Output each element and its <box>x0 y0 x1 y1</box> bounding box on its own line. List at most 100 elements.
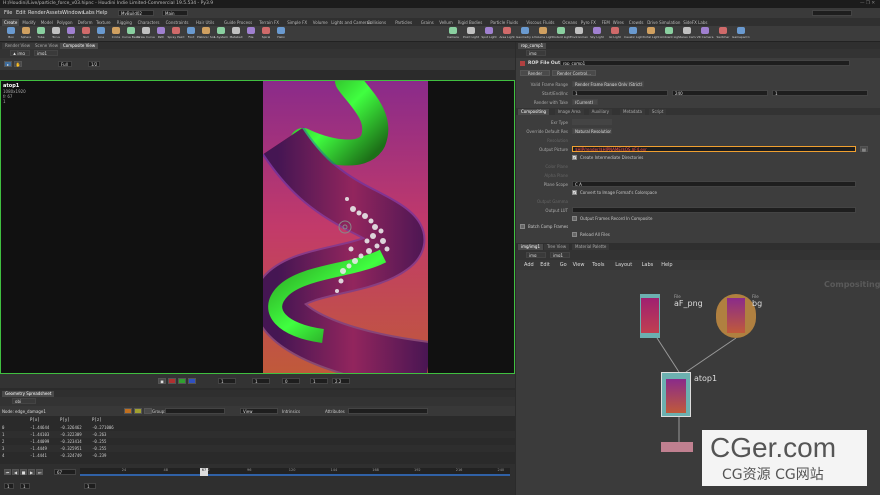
tool-circle[interactable]: Circle <box>109 27 123 41</box>
shelf-tab-texture[interactable]: Texture <box>94 19 113 26</box>
param-path[interactable]: img <box>526 50 546 56</box>
param-tab-metadata[interactable]: Metadata <box>620 109 645 115</box>
tool-geometry-light[interactable]: Geometry Light <box>516 27 534 41</box>
display-options-icon[interactable]: ◼ <box>158 378 166 384</box>
tool-ambient-light[interactable]: Ambient Light <box>660 27 678 41</box>
shelf-tab-grains[interactable]: Grains <box>419 19 436 26</box>
shelf-tab-rigging[interactable]: Rigging <box>115 19 134 26</box>
shelf-tab-drive-simulation[interactable]: Drive Simulation <box>645 19 682 26</box>
primitives-mode-icon[interactable] <box>144 408 152 414</box>
tool-sphere[interactable]: Sphere <box>19 27 33 41</box>
shelf-tab-particle-fluids[interactable]: Particle Fluids <box>488 19 520 26</box>
tool-metaball[interactable]: Metaball <box>229 27 243 41</box>
desktop-select[interactable] <box>812 10 852 16</box>
tool-portal-light[interactable]: Portal Light <box>642 27 660 41</box>
tool-l-system[interactable]: L-System <box>214 27 228 41</box>
tool-caustic-light[interactable]: Caustic Light <box>624 27 642 41</box>
path-node[interactable]: img1 <box>34 50 58 56</box>
tool-point-light[interactable]: Point Light <box>463 27 479 41</box>
play-start-icon[interactable]: ⏮ <box>4 469 11 475</box>
network-menu-go[interactable]: Go <box>560 262 567 268</box>
plane-scope-field[interactable]: C A <box>572 181 856 187</box>
build-select[interactable]: MyBuild02 <box>118 10 154 16</box>
tool-null[interactable]: Null <box>79 27 93 41</box>
tool-spiral[interactable]: Spiral <box>259 27 273 41</box>
param-tab-image-area[interactable]: Image Area <box>554 109 584 115</box>
network-menu-add[interactable]: Add <box>524 262 534 268</box>
network-menu-edit[interactable]: Edit <box>540 262 550 268</box>
shelf-tab-modify[interactable]: Modify <box>20 19 37 26</box>
table-row[interactable]: 2 -1.44099 -0.323414 -0.255 <box>0 438 515 445</box>
tool-tube[interactable]: Tube <box>34 27 48 41</box>
path-context[interactable]: ▲ img <box>10 50 30 56</box>
shelf-tab-hair-utils[interactable]: Hair Utils <box>194 19 216 26</box>
shelf-tab-pyro-fx[interactable]: Pyro FX <box>579 19 598 26</box>
points-mode-icon[interactable] <box>124 408 132 414</box>
tool-gamepad-camera[interactable]: Gamepad Camera <box>732 27 750 41</box>
convert-colorspace-checkbox[interactable]: ✓ <box>572 190 577 195</box>
vertices-mode-icon[interactable] <box>134 408 142 414</box>
tool-volume-light[interactable]: Volume Light <box>534 27 552 41</box>
tool-curve-bezier[interactable]: Curve Bezier <box>122 27 140 41</box>
tool-grid[interactable]: Grid <box>64 27 78 41</box>
column-header[interactable]: P[y] <box>60 417 70 422</box>
shelf-tab-crowds[interactable]: Crowds <box>627 19 646 26</box>
shelf-tab-oceans[interactable]: Oceans <box>560 19 579 26</box>
timeline-playhead[interactable]: 67 <box>200 468 209 476</box>
view-tool-icon[interactable]: ✋ <box>14 61 22 67</box>
range-start-2[interactable]: 1 <box>84 483 96 489</box>
column-header[interactable]: P[x] <box>30 417 40 422</box>
tool-camera[interactable]: Camera <box>446 27 460 41</box>
tool-line[interactable]: Line <box>94 27 108 41</box>
tool-draw-curve[interactable]: Draw Curve <box>137 27 155 41</box>
output-picture-field[interactable]: $HIP/render/$HIPNAME/$OS.$F4.exr <box>572 146 856 152</box>
tool-vr-camera[interactable]: VR Camera <box>697 27 713 41</box>
menu-render[interactable]: Render <box>28 10 46 16</box>
override-res-select[interactable]: Natural Resolution <box>572 128 612 134</box>
play-end-icon[interactable]: ⏭ <box>36 469 43 475</box>
shelf-tab-terrain-fx[interactable]: Terrain FX <box>257 19 281 26</box>
network-path-context[interactable]: img <box>526 252 546 258</box>
menu-windows[interactable]: Windows <box>62 10 84 16</box>
table-row[interactable]: 3 -1.4449 -0.325951 -0.255 <box>0 445 515 452</box>
table-row[interactable]: 0 -1.44644 -0.326462 -0.271006 <box>0 424 515 431</box>
network-menu-tools[interactable]: Tools <box>592 262 604 268</box>
range-start[interactable]: 1 <box>4 483 14 489</box>
render-button[interactable]: Render <box>520 70 550 76</box>
channel-field-c[interactable]: 0 <box>282 378 300 384</box>
start-field[interactable]: 1 <box>572 90 668 96</box>
shelf-tab-sidefx-labs[interactable]: SideFX Labs <box>681 19 709 26</box>
param-tab-compositing[interactable]: Compositing <box>518 109 550 115</box>
tool-spot-light[interactable]: Spot Light <box>481 27 497 41</box>
render-control-button[interactable]: Render Control... <box>552 70 596 76</box>
shelf-tab-particles[interactable]: Particles <box>393 19 414 26</box>
window-controls[interactable]: — ❐ ✕ <box>860 1 875 6</box>
red-channel-icon[interactable] <box>168 378 176 384</box>
table-row[interactable]: 1 -1.44103 -0.322309 -0.263 <box>0 431 515 438</box>
tool-environment-light[interactable]: Environment Light <box>570 27 588 41</box>
attributes-field[interactable] <box>348 408 428 414</box>
stop-icon[interactable]: ■ <box>20 469 27 475</box>
play-icon[interactable]: ▶ <box>28 469 35 475</box>
output-lut-field[interactable] <box>572 207 856 213</box>
network-menu-help[interactable]: Help <box>661 262 672 268</box>
tool-path[interactable]: Path <box>154 27 168 41</box>
shelf-tab-polygon[interactable]: Polygon <box>55 19 75 26</box>
output-frames-checkbox[interactable] <box>572 216 577 221</box>
gamma-field[interactable]: 2.2 <box>332 378 350 384</box>
view-select[interactable]: View <box>240 408 278 414</box>
shelf-tab-constraints[interactable]: Constraints <box>164 19 191 26</box>
timeline-bar[interactable]: 2448729612014416819221624067 <box>80 468 510 476</box>
group-field[interactable] <box>165 408 225 414</box>
tool-area-light[interactable]: Area Light <box>499 27 515 41</box>
network-menu-labs[interactable]: Labs <box>642 262 654 268</box>
view-field[interactable]: 1/2 <box>88 61 100 67</box>
shelf-tab-volume[interactable]: Volume <box>311 19 330 26</box>
context-select[interactable]: Main <box>162 10 188 16</box>
intrinsics-label[interactable]: Intrinsics <box>282 409 300 414</box>
spreadsheet-path[interactable]: obj <box>12 398 36 404</box>
file-browse-icon[interactable]: ▤ <box>860 146 868 152</box>
tool-font[interactable]: Font <box>184 27 198 41</box>
menu-labs[interactable]: Labs <box>83 10 95 16</box>
select-tool-icon[interactable]: ▸ <box>4 61 12 67</box>
